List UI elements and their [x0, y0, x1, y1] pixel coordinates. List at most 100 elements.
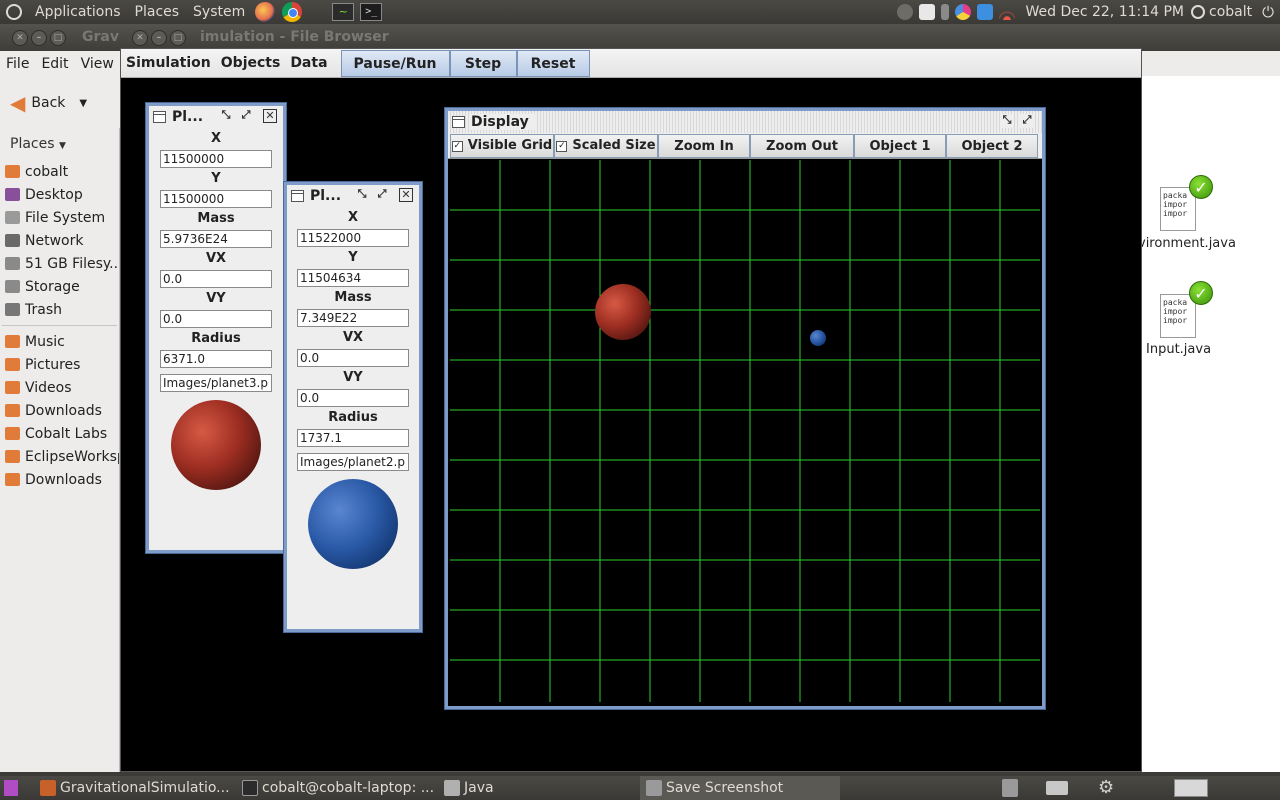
sidebar-bookmark-item[interactable]: Pictures: [0, 353, 119, 376]
radius-input[interactable]: [160, 350, 272, 368]
sidebar-place-item[interactable]: Desktop: [0, 183, 119, 206]
pause-run-button[interactable]: Pause/Run: [340, 50, 450, 77]
terminal-icon[interactable]: >_: [360, 3, 383, 21]
system-menu[interactable]: System: [186, 0, 252, 24]
close-icon[interactable]: ✕: [399, 188, 413, 202]
sidebar-place-item[interactable]: Network: [0, 229, 119, 252]
iconify-icon[interactable]: ⤡: [219, 109, 233, 123]
battery-icon[interactable]: [941, 4, 950, 20]
reset-button[interactable]: Reset: [516, 50, 590, 77]
menu-data[interactable]: Data: [285, 49, 332, 77]
menu-objects[interactable]: Objects: [216, 49, 286, 77]
radius-input[interactable]: [297, 429, 409, 447]
object-1-button[interactable]: Object 1: [854, 134, 946, 158]
x-input[interactable]: [160, 150, 272, 168]
power-icon[interactable]: ⏻: [1262, 3, 1274, 21]
planet-frame-2[interactable]: Pl... ⤡ ⤢ ✕ X Y Mass VX VY Radius: [284, 182, 422, 632]
mass-input[interactable]: [297, 309, 409, 327]
settings-gear-icon[interactable]: ⚙: [1098, 779, 1114, 797]
task-save-screenshot[interactable]: Save Screenshot: [640, 776, 840, 800]
x-input[interactable]: [297, 229, 409, 247]
simulation-canvas[interactable]: [450, 160, 1040, 702]
task-gravitational-simulation[interactable]: GravitationalSimulatio...: [34, 776, 234, 800]
fb-close-icon[interactable]: ✕: [12, 30, 28, 46]
maximize-icon[interactable]: ⤢: [239, 109, 253, 123]
image-path-input[interactable]: [297, 453, 409, 471]
fb-menu-edit[interactable]: Edit: [35, 56, 74, 72]
back-dropdown-icon[interactable]: ▼: [79, 98, 87, 109]
fb-minimize-icon[interactable]: –: [31, 30, 47, 46]
sidebar-bookmark-item[interactable]: Videos: [0, 376, 119, 399]
sim-maximize-icon[interactable]: □: [170, 30, 186, 46]
sidebar-place-item[interactable]: Trash: [0, 298, 119, 321]
sidebar-place-item[interactable]: 51 GB Filesy...: [0, 252, 119, 275]
sidebar-place-item[interactable]: File System: [0, 206, 119, 229]
show-desktop-icon[interactable]: [4, 780, 18, 796]
display-frame[interactable]: Display ⤡ ⤢ ✓ Visible Grid ✓ Scaled Size…: [445, 108, 1045, 709]
vx-input[interactable]: [297, 349, 409, 367]
planet-frame-1-titlebar[interactable]: Pl... ⤡ ⤢ ✕: [149, 106, 283, 128]
sim-minimize-icon[interactable]: –: [151, 30, 167, 46]
step-button[interactable]: Step: [449, 50, 517, 77]
task-java[interactable]: Java: [438, 776, 638, 800]
network-wireless-icon[interactable]: [999, 4, 1016, 20]
sidebar-bookmark-item[interactable]: Music: [0, 330, 119, 353]
back-button[interactable]: ◀ Back ▼: [10, 90, 87, 116]
update-notifier-icon[interactable]: [919, 4, 936, 20]
close-icon[interactable]: ✕: [263, 109, 277, 123]
task-terminal[interactable]: cobalt@cobalt-laptop: ...: [236, 776, 436, 800]
file-label[interactable]: Input.java: [1146, 342, 1211, 357]
user-menu[interactable]: cobalt: [1209, 4, 1262, 20]
visible-grid-checkbox[interactable]: ✓ Visible Grid: [450, 134, 554, 158]
planet-frame-1[interactable]: Pl... ⤡ ⤢ ✕ X Y Mass VX VY Radius: [146, 103, 286, 553]
user-status-icon[interactable]: [1191, 5, 1206, 19]
maximize-icon[interactable]: ⤢: [375, 188, 389, 202]
volume-icon[interactable]: [897, 4, 914, 20]
file-browser-titlebar[interactable]: ✕ – □ Grav ✕ – □ imulation - File Browse…: [0, 24, 1280, 51]
applications-menu[interactable]: Applications: [28, 0, 128, 24]
sidebar-bookmark-item[interactable]: EclipseWorksp: [0, 445, 119, 468]
trash-icon[interactable]: [1002, 779, 1018, 797]
zoom-in-button[interactable]: Zoom In: [658, 134, 750, 158]
dropbox-icon[interactable]: [977, 4, 994, 20]
frame-icon: [153, 111, 166, 123]
clock[interactable]: Wed Dec 22, 11:14 PM: [1018, 0, 1191, 24]
keyboard-icon[interactable]: [1046, 781, 1068, 795]
vx-input[interactable]: [160, 270, 272, 288]
fb-menu-view[interactable]: View: [75, 56, 120, 72]
java-file-icon[interactable]: packa impor impor: [1160, 294, 1196, 338]
scaled-size-checkbox[interactable]: ✓ Scaled Size: [554, 134, 658, 158]
sidebar-bookmark-item[interactable]: Cobalt Labs: [0, 422, 119, 445]
iconify-icon[interactable]: ⤡: [355, 188, 369, 202]
mass-input[interactable]: [160, 230, 272, 248]
y-input[interactable]: [160, 190, 272, 208]
menu-simulation[interactable]: Simulation: [121, 49, 216, 77]
places-dropdown[interactable]: Places ▼: [0, 128, 119, 160]
display-titlebar[interactable]: Display ⤡ ⤢: [448, 111, 1042, 133]
places-menu[interactable]: Places: [128, 0, 187, 24]
maximize-icon[interactable]: ⤢: [1020, 114, 1034, 128]
fb-maximize-icon[interactable]: □: [50, 30, 66, 46]
sidebar-bookmark-item[interactable]: Downloads: [0, 468, 119, 491]
iconify-icon[interactable]: ⤡: [1000, 114, 1014, 128]
system-monitor-icon[interactable]: ~: [332, 3, 355, 21]
zoom-out-button[interactable]: Zoom Out: [750, 134, 854, 158]
sidebar-place-item[interactable]: cobalt: [0, 160, 119, 183]
ubuntu-logo-icon[interactable]: [6, 4, 22, 20]
fb-menu-file[interactable]: File: [0, 56, 35, 72]
firefox-icon[interactable]: [255, 2, 276, 22]
sim-close-icon[interactable]: ✕: [132, 30, 148, 46]
sidebar-bookmark-item[interactable]: Downloads: [0, 399, 119, 422]
back-arrow-icon: ◀: [10, 91, 26, 115]
planet-frame-2-titlebar[interactable]: Pl... ⤡ ⤢ ✕: [287, 185, 419, 207]
object-2-button[interactable]: Object 2: [946, 134, 1038, 158]
chrome-icon[interactable]: [282, 2, 303, 22]
image-path-input[interactable]: [160, 374, 272, 392]
file-label[interactable]: vironment.java: [1138, 236, 1236, 251]
sidebar-place-item[interactable]: Storage: [0, 275, 119, 298]
vy-input[interactable]: [160, 310, 272, 328]
y-input[interactable]: [297, 269, 409, 287]
pidgin-icon[interactable]: [955, 4, 972, 20]
vy-input[interactable]: [297, 389, 409, 407]
workspace-switcher[interactable]: [1174, 779, 1208, 797]
